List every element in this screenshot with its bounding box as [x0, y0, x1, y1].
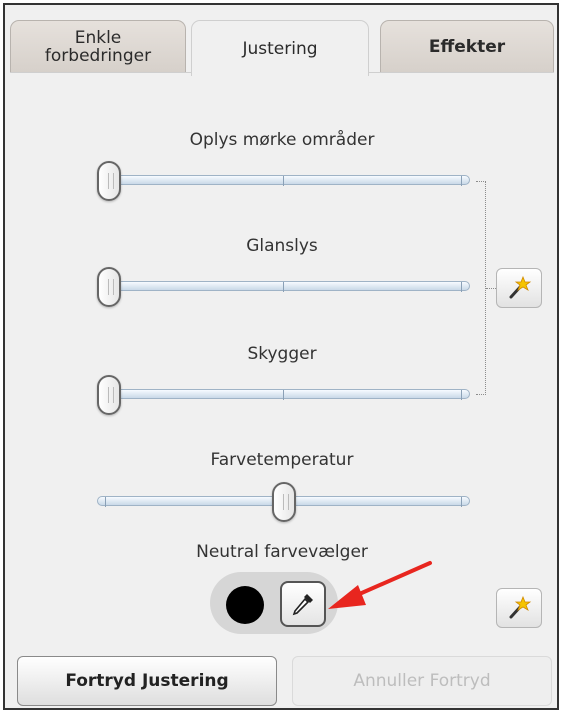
slider-farvetemperatur[interactable] [97, 482, 470, 522]
group-bracket [476, 181, 486, 395]
slider-tick [283, 176, 284, 186]
slider-oplys-moerke[interactable] [97, 161, 470, 201]
neutral-color-swatch [226, 586, 264, 624]
tab-effekter[interactable]: Effekter [380, 20, 554, 73]
tab-justering[interactable]: Justering [191, 20, 369, 76]
slider-tick [461, 282, 462, 292]
slider-tick [283, 282, 284, 292]
slider-label-farvetemperatur: Farvetemperatur [210, 450, 354, 470]
tab-bar: Enkle forbedringer Justering Effekter [10, 20, 554, 76]
magic-wand-icon [509, 595, 532, 619]
slider-tick [461, 176, 462, 186]
undo-adjustment-button[interactable]: Fortryd Justering [17, 656, 277, 706]
tab-label: Effekter [428, 37, 506, 57]
slider-tick [461, 390, 462, 400]
slider-tick [283, 390, 284, 400]
slider-thumb[interactable] [272, 482, 296, 522]
group-bracket-connector [486, 288, 496, 289]
redo-label: Annuller Fortryd [353, 671, 491, 691]
slider-skygger[interactable] [97, 375, 470, 415]
slider-thumb[interactable] [97, 375, 121, 415]
cancel-undo-button: Annuller Fortryd [292, 656, 552, 706]
slider-glanslys[interactable] [97, 267, 470, 307]
slider-thumb[interactable] [97, 161, 121, 201]
eyedropper-icon [292, 594, 313, 616]
slider-label-oplys: Oplys mørke områder [189, 130, 375, 150]
slider-thumb[interactable] [97, 267, 121, 307]
neutral-picker-group [210, 572, 338, 634]
magic-wand-icon [509, 275, 532, 299]
auto-color-button[interactable] [496, 588, 542, 628]
red-arrow-icon [328, 561, 432, 609]
slider-tick [105, 497, 106, 507]
slider-tick [461, 497, 462, 507]
tab-enkle-forbedringer[interactable]: Enkle forbedringer [10, 20, 186, 73]
undo-label: Fortryd Justering [65, 671, 229, 691]
neutral-picker-label: Neutral farvevælger [196, 542, 368, 562]
tab-label: Enkle forbedringer [44, 28, 152, 66]
tab-label: Justering [242, 38, 318, 59]
auto-adjust-lighting-button[interactable] [496, 268, 542, 308]
